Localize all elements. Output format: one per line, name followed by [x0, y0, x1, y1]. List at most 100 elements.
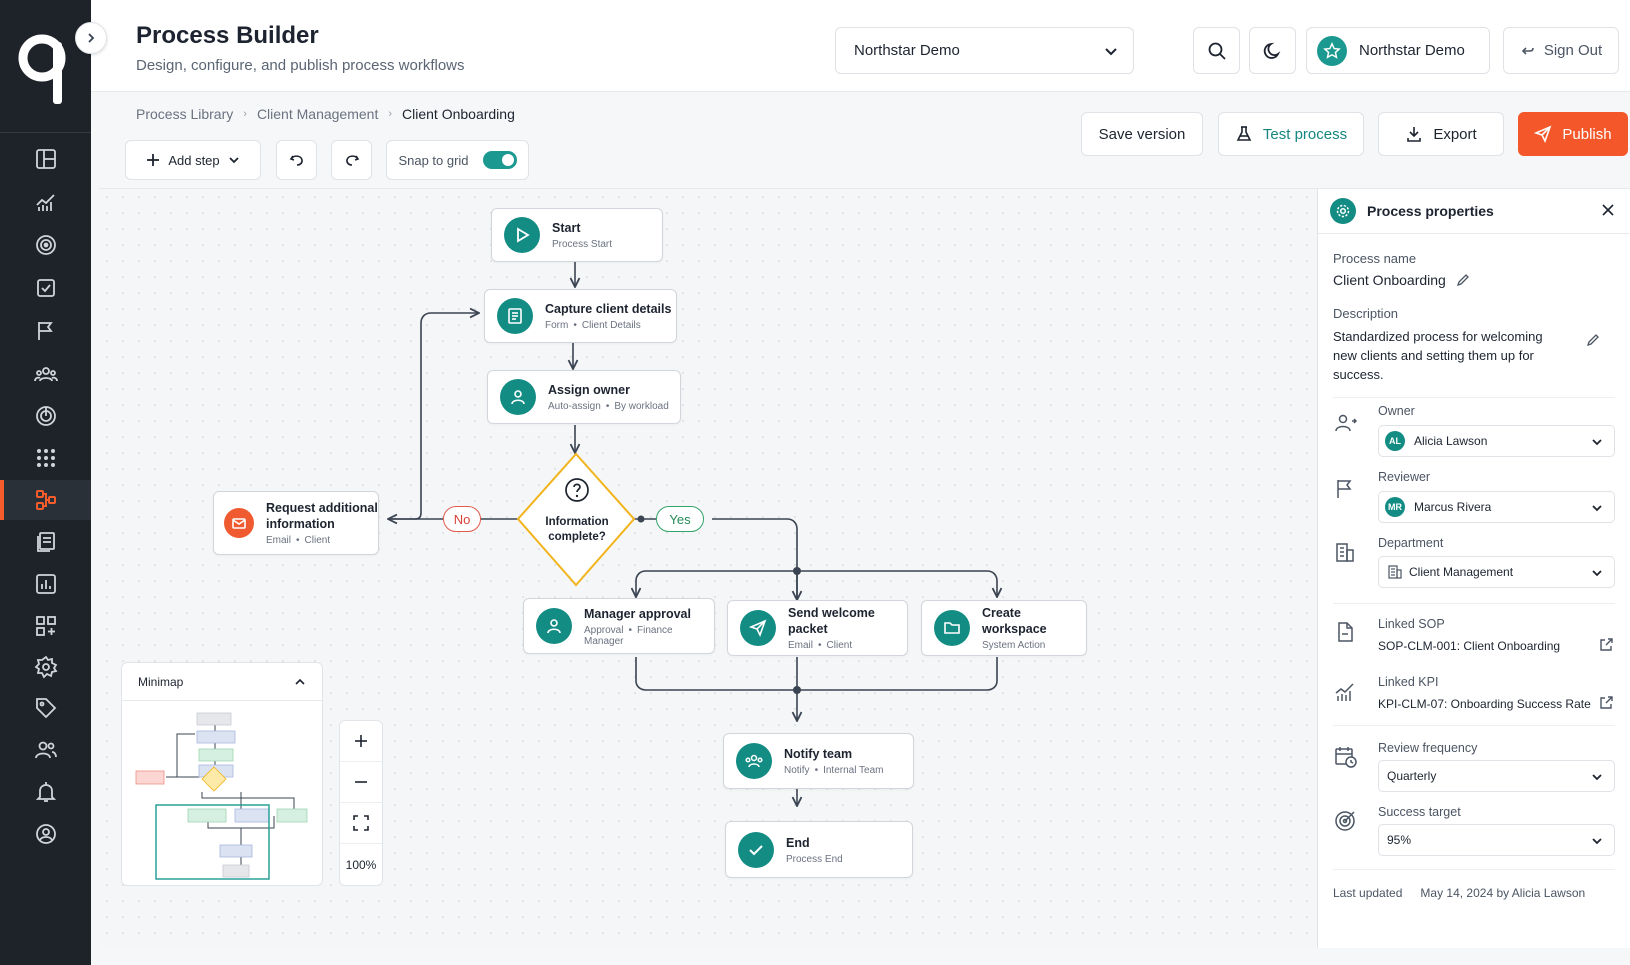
pencil-icon[interactable] — [1586, 333, 1600, 347]
linked-sop-label: Linked SOP — [1378, 617, 1445, 631]
nav-profile[interactable] — [0, 814, 91, 854]
node-subtitle: Email • Client — [266, 535, 331, 546]
sign-out-button[interactable]: Sign Out — [1503, 27, 1619, 74]
node-type: Auto-assign — [548, 401, 601, 412]
nav-settings[interactable] — [0, 647, 91, 687]
flask-icon — [1236, 126, 1252, 141]
external-link-icon[interactable] — [1599, 695, 1614, 710]
process-name-field[interactable]: Client Onboarding — [1333, 272, 1470, 288]
node-target: By workload — [614, 401, 669, 412]
decision-label: Information complete? — [527, 515, 627, 545]
nav-analytics[interactable] — [0, 183, 91, 223]
theme-toggle-button[interactable] — [1249, 27, 1296, 74]
sidebar-collapse-button[interactable] — [75, 22, 107, 54]
minimap-header[interactable]: Minimap — [122, 663, 322, 701]
department-select[interactable]: Client Management — [1378, 556, 1615, 588]
close-icon[interactable] — [1600, 202, 1616, 218]
send-icon — [749, 619, 767, 637]
nav-documents[interactable] — [0, 522, 91, 562]
flow-node-start[interactable]: Start Process Start — [491, 208, 663, 262]
node-target: Client — [826, 640, 853, 651]
export-button[interactable]: Export — [1378, 112, 1504, 156]
nav-radar[interactable] — [0, 396, 91, 436]
check-icon — [749, 844, 763, 855]
flow-node-send-welcome-packet[interactable]: Send welcome packet Email • Client — [727, 600, 908, 656]
search-button[interactable] — [1193, 27, 1240, 74]
separator — [1333, 397, 1615, 398]
breadcrumb-separator: › — [388, 108, 393, 120]
linked-kpi-value[interactable]: KPI-CLM-07: Onboarding Success Rate — [1378, 697, 1591, 711]
linked-sop-value[interactable]: SOP-CLM-001: Client Onboarding — [1378, 639, 1560, 653]
nav-notifications[interactable] — [0, 772, 91, 812]
nav-goals[interactable] — [0, 225, 91, 265]
add-step-button[interactable]: Add step — [125, 140, 261, 180]
flow-node-assign-owner[interactable]: Assign owner Auto-assign • By workload — [487, 370, 681, 424]
pencil-icon[interactable] — [1456, 273, 1470, 287]
chevron-down-icon — [1592, 439, 1602, 446]
breadcrumb-separator: › — [243, 108, 247, 120]
flow-canvas[interactable]: Information complete? No Yes Start Proce… — [99, 188, 1317, 948]
breadcrumb-client-management[interactable]: Client Management — [257, 106, 378, 122]
tag-icon — [35, 698, 56, 719]
chevron-down-icon — [1592, 505, 1602, 512]
nav-process-builder[interactable] — [0, 480, 91, 520]
review-frequency-select[interactable]: Quarterly — [1378, 760, 1615, 792]
send-icon — [1534, 125, 1552, 143]
nav-dashboard[interactable] — [0, 139, 91, 179]
zoom-in-button[interactable] — [340, 721, 382, 762]
chevron-right-icon — [88, 33, 95, 43]
nav-users[interactable] — [0, 730, 91, 770]
nav-milestones[interactable] — [0, 311, 91, 351]
snap-to-grid-control[interactable]: Snap to grid — [386, 140, 529, 180]
owner-select[interactable]: AL Alicia Lawson — [1378, 425, 1615, 457]
nav-apps[interactable] — [0, 438, 91, 478]
owner-value: Alicia Lawson — [1414, 434, 1488, 448]
nav-reports[interactable] — [0, 564, 91, 604]
workspace-select-value: Northstar Demo — [854, 42, 960, 59]
node-title: Send welcome packet — [788, 606, 875, 636]
reviewer-select[interactable]: MR Marcus Rivera — [1378, 491, 1615, 523]
undo-button[interactable] — [276, 140, 317, 180]
flag-icon — [37, 322, 53, 340]
flow-node-end[interactable]: End Process End — [725, 821, 913, 878]
flow-node-create-workspace[interactable]: Create workspace System Action — [921, 600, 1087, 656]
node-subtitle: System Action — [982, 640, 1046, 651]
nav-team[interactable] — [0, 354, 91, 394]
success-target-select[interactable]: 95% — [1378, 824, 1615, 856]
app-logo — [18, 34, 66, 104]
publish-button[interactable]: Publish — [1518, 112, 1628, 156]
target-icon — [1335, 811, 1355, 831]
nav-tags[interactable] — [0, 688, 91, 728]
chevron-up-icon[interactable] — [294, 676, 306, 688]
branch-label-yes[interactable]: Yes — [656, 506, 704, 532]
redo-button[interactable] — [331, 140, 372, 180]
flow-node-request-additional-information[interactable]: Request additional information Email • Cli… — [213, 491, 379, 555]
breadcrumb-current: Client Onboarding — [402, 106, 515, 122]
fit-view-button[interactable] — [340, 803, 382, 844]
zoom-out-button[interactable] — [340, 762, 382, 803]
account-button[interactable]: Northstar Demo — [1306, 27, 1490, 74]
node-type: Approval — [584, 624, 624, 636]
flow-node-manager-approval[interactable]: Manager approval Approval • Finance Manage… — [523, 598, 715, 654]
minimap-preview[interactable] — [122, 701, 322, 885]
nav-tasks[interactable] — [0, 268, 91, 308]
test-process-label: Test process — [1262, 125, 1348, 143]
process-properties-panel: Process properties Process name Client O… — [1317, 188, 1630, 948]
minimap-panel[interactable]: Minimap — [121, 662, 323, 886]
test-process-button[interactable]: Test process — [1218, 112, 1364, 156]
branch-label-no[interactable]: No — [443, 506, 481, 532]
node-title: Capture client details — [545, 302, 672, 316]
person-icon — [511, 390, 525, 405]
owner-label: Owner — [1378, 404, 1415, 418]
save-version-button[interactable]: Save version — [1081, 112, 1203, 156]
page-subtitle: Design, configure, and publish process w… — [136, 57, 465, 74]
flow-node-notify-team[interactable]: Notify team Notify • Internal Team — [723, 733, 914, 789]
flow-node-capture-client-details[interactable]: Capture client details Form • Client Detai… — [484, 289, 677, 343]
nav-widgets[interactable] — [0, 606, 91, 646]
workspace-select[interactable]: Northstar Demo — [835, 27, 1134, 74]
external-link-icon[interactable] — [1599, 637, 1614, 652]
node-title-line-1: Request additional — [266, 501, 378, 515]
snap-to-grid-toggle[interactable] — [482, 151, 517, 169]
node-title-line-2: information — [266, 517, 335, 531]
breadcrumb-process-library[interactable]: Process Library — [136, 106, 233, 122]
